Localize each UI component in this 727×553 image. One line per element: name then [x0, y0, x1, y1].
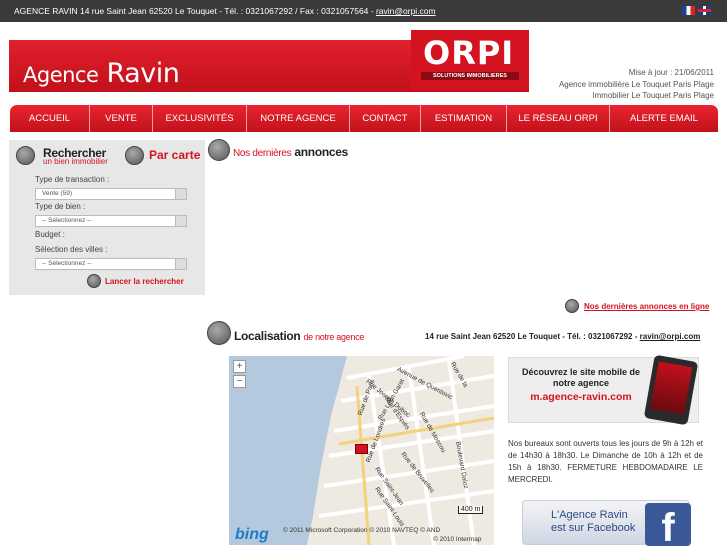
facebook-line-1: L'Agence Ravin — [551, 509, 628, 521]
localisation-title: Localisation de notre agence — [234, 329, 364, 343]
agency-contact-text: AGENCE RAVIN 14 rue Saint Jean 62520 Le … — [14, 6, 376, 16]
orpi-word: ORPI — [423, 34, 515, 72]
top-info-bar: AGENCE RAVIN 14 rue Saint Jean 62520 Le … — [0, 0, 727, 22]
agency-marker-icon[interactable] — [355, 444, 368, 454]
star-icon — [208, 139, 230, 161]
brand-prefix: Agence — [23, 63, 99, 87]
mobile-site-banner[interactable]: Découvrez le site mobile de notre agence… — [508, 354, 699, 426]
phone-screen — [650, 361, 693, 415]
opening-hours: Nos bureaux sont ouverts tous les jours … — [508, 439, 703, 484]
mobile-banner-url: m.agence-ravin.com — [530, 391, 632, 403]
dropdown-arrow-icon — [175, 259, 186, 269]
nav-notre-agence[interactable]: NOTRE AGENCE — [247, 105, 350, 132]
localisation-title-red: de notre agence — [303, 332, 365, 342]
brand-name: Ravin — [106, 58, 180, 89]
search-subtitle: un bien immobilier — [43, 157, 108, 166]
map-copyright-line1: © 2011 Microsoft Corporation © 2010 NAVT… — [283, 527, 441, 534]
annonces-arrow-icon[interactable] — [565, 299, 579, 313]
orpi-logo[interactable]: ORPI SOLUTIONS IMMOBILIERES — [411, 30, 529, 90]
cities-value: -- Sélectionnez -- — [42, 260, 92, 267]
map-copyright: © 2011 Microsoft Corporation © 2010 NAVT… — [283, 526, 482, 544]
nav-exclusivites[interactable]: EXCLUSIVITÉS — [153, 105, 247, 132]
dropdown-arrow-icon — [175, 189, 186, 199]
search-panel: Rechercher un bien immobilier Par carte … — [9, 140, 205, 295]
english-flag-icon[interactable] — [698, 6, 711, 15]
annonces-title: Nos dernières annonces — [233, 145, 348, 159]
localisation-title-bold: Localisation — [234, 329, 301, 343]
nav-vente[interactable]: VENTE — [90, 105, 153, 132]
type-select[interactable]: -- Sélectionnez -- — [35, 215, 187, 227]
annonces-title-red: Nos dernières — [233, 148, 292, 159]
address-text: 14 rue Saint Jean 62520 Le Touquet - Tél… — [425, 332, 640, 341]
address-email-link[interactable]: ravin@orpi.com — [640, 332, 701, 341]
nav-accueil[interactable]: ACCUEIL — [10, 105, 90, 132]
localisation-address: 14 rue Saint Jean 62520 Le Touquet - Tél… — [425, 332, 700, 341]
update-date: Mise à jour : 21/06/2011 — [628, 68, 714, 77]
cities-select[interactable]: -- Sélectionnez -- — [35, 258, 187, 270]
transaction-select[interactable]: Vente (59) — [35, 188, 187, 200]
map-copyright-line2: © 2010 Intermap — [433, 536, 482, 543]
location-map[interactable]: + − Avenue de Quentovic Rue Joseph Duboc… — [229, 356, 494, 545]
facebook-icon: f — [645, 503, 691, 550]
transaction-value: Vente (59) — [42, 190, 72, 197]
launch-arrow-icon[interactable] — [87, 274, 101, 288]
email-link[interactable]: ravin@orpi.com — [376, 6, 436, 16]
agency-name: Agence Ravin — [23, 58, 180, 89]
budget-label: Budget : — [35, 230, 65, 239]
map-scale: 400 m — [458, 506, 484, 514]
bing-logo: bing — [235, 526, 269, 543]
annonces-link[interactable]: Nos dernières annonces en ligne — [584, 302, 709, 311]
facebook-banner[interactable]: L'Agence Ravin est sur Facebook f — [522, 500, 691, 550]
nav-reseau-orpi[interactable]: LE RÉSEAU ORPI — [507, 105, 610, 132]
search-magnifier-icon — [16, 146, 35, 165]
launch-search-button[interactable]: Lancer la rechercher — [105, 277, 184, 286]
cities-label: Sélection des villes : — [35, 245, 108, 254]
mobile-banner-text: Découvrez le site mobile de notre agence — [521, 367, 641, 388]
dropdown-arrow-icon — [175, 216, 186, 226]
nav-contact[interactable]: CONTACT — [350, 105, 421, 132]
map-arrow-icon[interactable] — [125, 146, 144, 165]
orpi-tagline: SOLUTIONS IMMOBILIERES — [421, 72, 519, 80]
header-subtitle-1: Agence immobilière Le Touquet Paris Plag… — [558, 79, 714, 89]
site-header: Agence Ravin ORPI SOLUTIONS IMMOBILIERES… — [9, 30, 718, 100]
globe-icon — [207, 321, 231, 345]
transaction-label: Type de transaction : — [35, 175, 110, 184]
zoom-out-button[interactable]: − — [233, 375, 246, 388]
main-navigation: ACCUEIL VENTE EXCLUSIVITÉS NOTRE AGENCE … — [10, 105, 718, 132]
header-subtitle-2: Immobilier Le Touquet Paris Plage — [592, 91, 714, 100]
phone-icon — [643, 354, 699, 426]
type-label: Type de bien : — [35, 202, 86, 211]
french-flag-icon[interactable] — [682, 6, 695, 15]
nav-estimation[interactable]: ESTIMATION — [421, 105, 507, 132]
facebook-banner-text: L'Agence Ravin est sur Facebook — [551, 509, 635, 535]
update-info: Mise à jour : 21/06/2011 Agence immobili… — [559, 67, 714, 102]
zoom-in-button[interactable]: + — [233, 360, 246, 373]
nav-alerte-email[interactable]: ALERTE EMAIL — [610, 105, 718, 132]
type-value: -- Sélectionnez -- — [42, 217, 92, 224]
facebook-line-2: est sur Facebook — [551, 522, 636, 534]
map-search-link[interactable]: Par carte — [149, 148, 200, 162]
annonces-title-bold: annonces — [294, 145, 349, 159]
